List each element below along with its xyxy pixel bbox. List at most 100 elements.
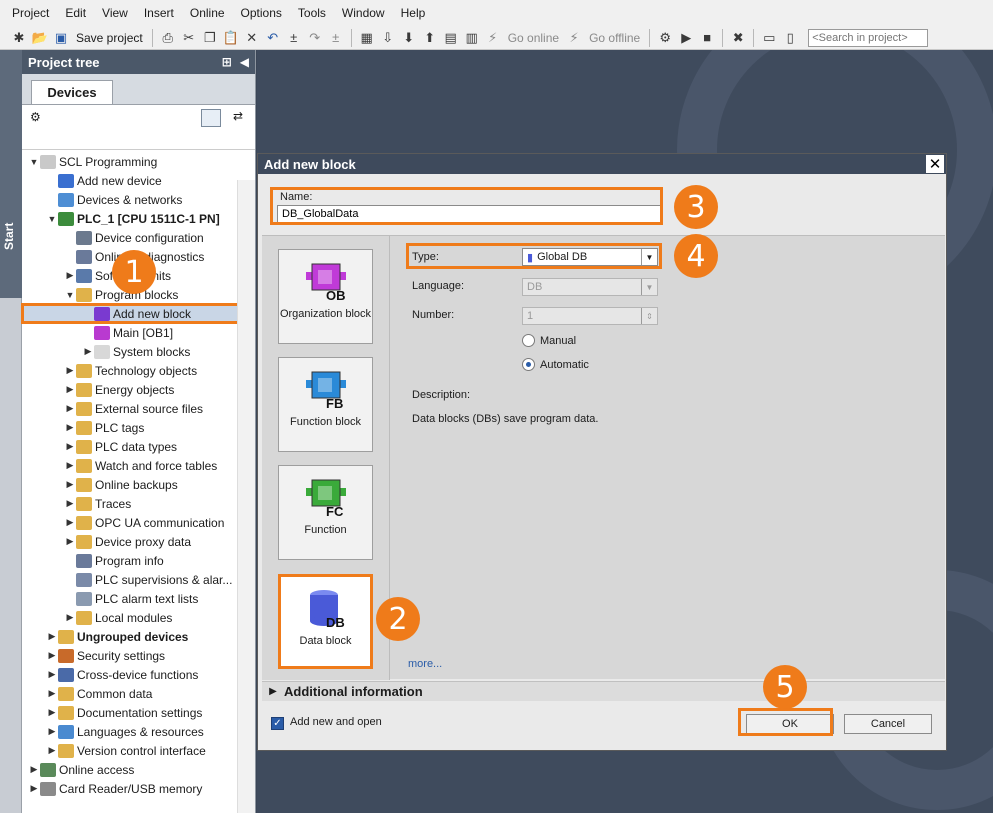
menu-insert[interactable]: Insert xyxy=(136,0,182,26)
stop-cpu-icon[interactable]: ■ xyxy=(698,29,716,47)
tree-item[interactable]: ▶ System blocks xyxy=(22,342,254,361)
overview-icon[interactable] xyxy=(201,109,221,127)
go-online-icon[interactable]: ⚡ xyxy=(484,29,502,47)
go-online-button[interactable]: Go online xyxy=(505,31,562,45)
tree-item[interactable]: ▶ Card Reader/USB memory xyxy=(22,779,254,798)
collapse-arrow-icon[interactable]: ▶ xyxy=(64,460,76,471)
ok-button[interactable]: OK xyxy=(746,714,834,734)
go-offline-icon[interactable]: ⚡ xyxy=(565,29,583,47)
tree-scrollbar[interactable] xyxy=(237,180,255,813)
collapse-arrow-icon[interactable]: ▶ xyxy=(64,536,76,547)
menu-help[interactable]: Help xyxy=(393,0,434,26)
split-vertical-icon[interactable]: ▯ xyxy=(781,29,799,47)
collapse-arrow-icon[interactable]: ▶ xyxy=(64,422,76,433)
menu-edit[interactable]: Edit xyxy=(57,0,94,26)
go-offline-button[interactable]: Go offline xyxy=(586,31,643,45)
tree-item[interactable]: ▶ Cross-device functions xyxy=(22,665,254,684)
start-cpu-icon[interactable]: ▶ xyxy=(677,29,695,47)
automatic-radio[interactable]: Automatic xyxy=(522,358,589,371)
tree-item[interactable]: ▶ Online access xyxy=(22,760,254,779)
collapse-arrow-icon[interactable]: ▶ xyxy=(28,764,40,775)
stepper-arrows-icon[interactable]: ⇕ xyxy=(641,308,657,324)
sync-icon[interactable]: ⇄ xyxy=(233,109,243,123)
paste-icon[interactable]: 📋 xyxy=(222,29,240,47)
tree-item[interactable]: Program info xyxy=(22,551,254,570)
function-button[interactable]: FC Function xyxy=(278,465,373,560)
tree-item[interactable]: ▶ Common data xyxy=(22,684,254,703)
block-name-field[interactable] xyxy=(277,205,661,223)
collapse-arrow-icon[interactable]: ▶ xyxy=(64,384,76,395)
expand-arrow-icon[interactable]: ▼ xyxy=(64,290,76,300)
data-block-button[interactable]: DB Data block xyxy=(278,574,373,669)
accessible-devices-icon[interactable]: ⚙ xyxy=(656,29,674,47)
tree-item[interactable]: ▶ Documentation settings xyxy=(22,703,254,722)
cross-reference-icon[interactable]: ✖ xyxy=(729,29,747,47)
close-icon[interactable]: ✕ xyxy=(926,155,944,173)
collapse-arrow-icon[interactable]: ▶ xyxy=(46,650,58,661)
tree-item[interactable]: ▶ External source files xyxy=(22,399,254,418)
tree-item[interactable]: ▼ SCL Programming xyxy=(22,152,254,171)
tree-item[interactable]: ▶ Online backups xyxy=(22,475,254,494)
menu-tools[interactable]: Tools xyxy=(290,0,334,26)
tree-item[interactable]: ▶ Device proxy data xyxy=(22,532,254,551)
menu-window[interactable]: Window xyxy=(334,0,393,26)
collapse-arrow-icon[interactable]: ▶ xyxy=(64,479,76,490)
pin-icon[interactable]: ⊞ xyxy=(222,55,232,69)
search-input[interactable] xyxy=(808,28,929,47)
upload-device-icon[interactable]: ⬆ xyxy=(421,29,439,47)
copy-icon[interactable]: ❐ xyxy=(201,29,219,47)
tree-item[interactable]: ▶ PLC data types xyxy=(22,437,254,456)
add-new-and-open-checkbox[interactable]: ✓ xyxy=(271,717,284,730)
tree-item[interactable]: ▶ Technology objects xyxy=(22,361,254,380)
runtime-icon[interactable]: ▥ xyxy=(463,29,481,47)
split-horizontal-icon[interactable]: ▭ xyxy=(760,29,778,47)
download-icon[interactable]: ⇩ xyxy=(379,29,397,47)
tree-item[interactable]: ▶ Local modules xyxy=(22,608,254,627)
tree-item[interactable]: ▶ PLC tags xyxy=(22,418,254,437)
collapse-arrow-icon[interactable]: ▶ xyxy=(46,631,58,642)
language-select[interactable]: DB ▼ xyxy=(522,278,658,296)
cancel-button[interactable]: Cancel xyxy=(844,714,932,734)
start-portal-strip[interactable]: Start xyxy=(0,50,22,813)
tree-item[interactable]: Device configuration xyxy=(22,228,254,247)
collapse-arrow-icon[interactable]: ▶ xyxy=(46,707,58,718)
redo-icon[interactable]: ↷ xyxy=(306,29,324,47)
tree-item[interactable]: ▶ Energy objects xyxy=(22,380,254,399)
compile-icon[interactable]: ▦ xyxy=(358,29,376,47)
chevron-down-icon[interactable]: ▼ xyxy=(641,249,657,265)
download-device-icon[interactable]: ⬇ xyxy=(400,29,418,47)
menu-project[interactable]: Project xyxy=(4,0,57,26)
chevron-down-icon[interactable]: ▼ xyxy=(641,279,657,295)
collapse-arrow-icon[interactable]: ▶ xyxy=(46,688,58,699)
redo-dropdown-icon[interactable]: ± xyxy=(327,29,345,47)
save-project-button[interactable]: Save project xyxy=(73,31,146,45)
chevron-right-icon[interactable]: ▶ xyxy=(262,686,284,697)
collapse-arrow-icon[interactable]: ▶ xyxy=(64,517,76,528)
tab-devices[interactable]: Devices xyxy=(31,80,113,104)
menu-view[interactable]: View xyxy=(94,0,136,26)
tree-item[interactable]: PLC alarm text lists xyxy=(22,589,254,608)
save-icon[interactable]: ▣ xyxy=(52,29,70,47)
menu-online[interactable]: Online xyxy=(182,0,233,26)
menu-options[interactable]: Options xyxy=(233,0,290,26)
tree-item[interactable]: ▶ Version control interface xyxy=(22,741,254,760)
simulation-icon[interactable]: ▤ xyxy=(442,29,460,47)
tree-item[interactable]: ▶ Security settings xyxy=(22,646,254,665)
print-icon[interactable]: ⎙ xyxy=(159,29,177,47)
undo-icon[interactable]: ↶ xyxy=(264,29,282,47)
collapse-arrow-icon[interactable]: ▶ xyxy=(64,270,76,281)
delete-icon[interactable]: ✕ xyxy=(243,29,261,47)
collapse-arrow-icon[interactable]: ▶ xyxy=(28,783,40,794)
collapse-arrow-icon[interactable]: ▶ xyxy=(64,441,76,452)
tree-item[interactable]: ▶ Watch and force tables xyxy=(22,456,254,475)
radio-circle-icon[interactable] xyxy=(522,358,535,371)
open-project-icon[interactable]: 📂 xyxy=(31,29,49,47)
type-select[interactable]: ▮ Global DB ▼ xyxy=(522,248,658,266)
tree-item[interactable]: ▼ PLC_1 [CPU 1511C-1 PN] xyxy=(22,209,254,228)
expand-arrow-icon[interactable]: ▼ xyxy=(28,157,40,167)
undo-dropdown-icon[interactable]: ± xyxy=(285,29,303,47)
radio-circle-icon[interactable] xyxy=(522,334,535,347)
collapse-arrow-icon[interactable]: ▶ xyxy=(64,612,76,623)
additional-information-section[interactable]: ▶ Additional information xyxy=(262,681,945,701)
tree-item[interactable]: Add new block xyxy=(21,303,255,324)
